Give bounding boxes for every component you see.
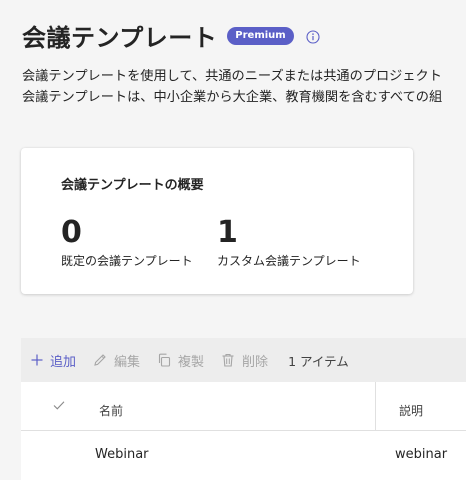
column-header-name[interactable]: 名前 bbox=[99, 402, 123, 419]
default-templates-count: 0 bbox=[61, 215, 82, 250]
trash-icon bbox=[222, 353, 234, 367]
custom-templates-stat: 1 カスタム会議テンプレート bbox=[217, 216, 361, 269]
page: 会議テンプレート Premium 会議テンプレートを使用して、共通のニーズまたは… bbox=[0, 0, 466, 480]
premium-badge: Premium bbox=[227, 26, 294, 45]
table-row[interactable]: Webinar webinar bbox=[21, 431, 466, 479]
default-templates-label: 既定の会議テンプレート bbox=[61, 254, 193, 268]
page-header: 会議テンプレート Premium bbox=[22, 18, 320, 53]
pencil-icon bbox=[94, 354, 106, 366]
plus-icon bbox=[31, 354, 43, 366]
copy-button[interactable]: 複製 bbox=[156, 351, 204, 370]
description-line-1: 会議テンプレートを使用して、共通のニーズまたは共通のプロジェクト bbox=[22, 69, 442, 84]
table-header: 名前 説明 bbox=[21, 382, 466, 431]
summary-card: 会議テンプレートの概要 0 既定の会議テンプレート 1 カスタム会議テンプレート bbox=[21, 148, 413, 294]
row-name-cell[interactable]: Webinar bbox=[95, 447, 149, 462]
page-title: 会議テンプレート bbox=[22, 24, 218, 52]
edit-button[interactable]: 編集 bbox=[92, 351, 140, 370]
copy-label: 複製 bbox=[178, 354, 205, 370]
page-description: 会議テンプレートを使用して、共通のニーズまたは共通のプロジェクト 会議テンプレー… bbox=[22, 66, 442, 108]
add-button[interactable]: 追加 bbox=[30, 351, 76, 370]
delete-label: 削除 bbox=[242, 354, 269, 370]
copy-icon bbox=[158, 353, 171, 367]
summary-card-title: 会議テンプレートの概要 bbox=[61, 178, 204, 193]
custom-templates-label: カスタム会議テンプレート bbox=[217, 254, 361, 268]
add-label: 追加 bbox=[50, 354, 77, 370]
templates-table: 名前 説明 Webinar webinar bbox=[21, 382, 466, 480]
column-header-description[interactable]: 説明 bbox=[399, 402, 423, 419]
item-count: 1 アイテム bbox=[288, 353, 349, 369]
description-line-2: 会議テンプレートは、中小企業から大企業、教育機関を含むすべての組 bbox=[22, 90, 443, 105]
select-all-checkmark-icon[interactable] bbox=[52, 398, 66, 415]
edit-label: 編集 bbox=[114, 354, 141, 370]
delete-button[interactable]: 削除 bbox=[220, 351, 268, 370]
info-icon[interactable] bbox=[306, 29, 320, 44]
custom-templates-count: 1 bbox=[217, 215, 238, 250]
toolbar: 追加 編集 複製 削除 1 アイテム bbox=[21, 338, 466, 382]
row-description-cell: webinar bbox=[395, 447, 448, 462]
default-templates-stat: 0 既定の会議テンプレート bbox=[61, 216, 193, 269]
column-divider bbox=[375, 382, 376, 430]
